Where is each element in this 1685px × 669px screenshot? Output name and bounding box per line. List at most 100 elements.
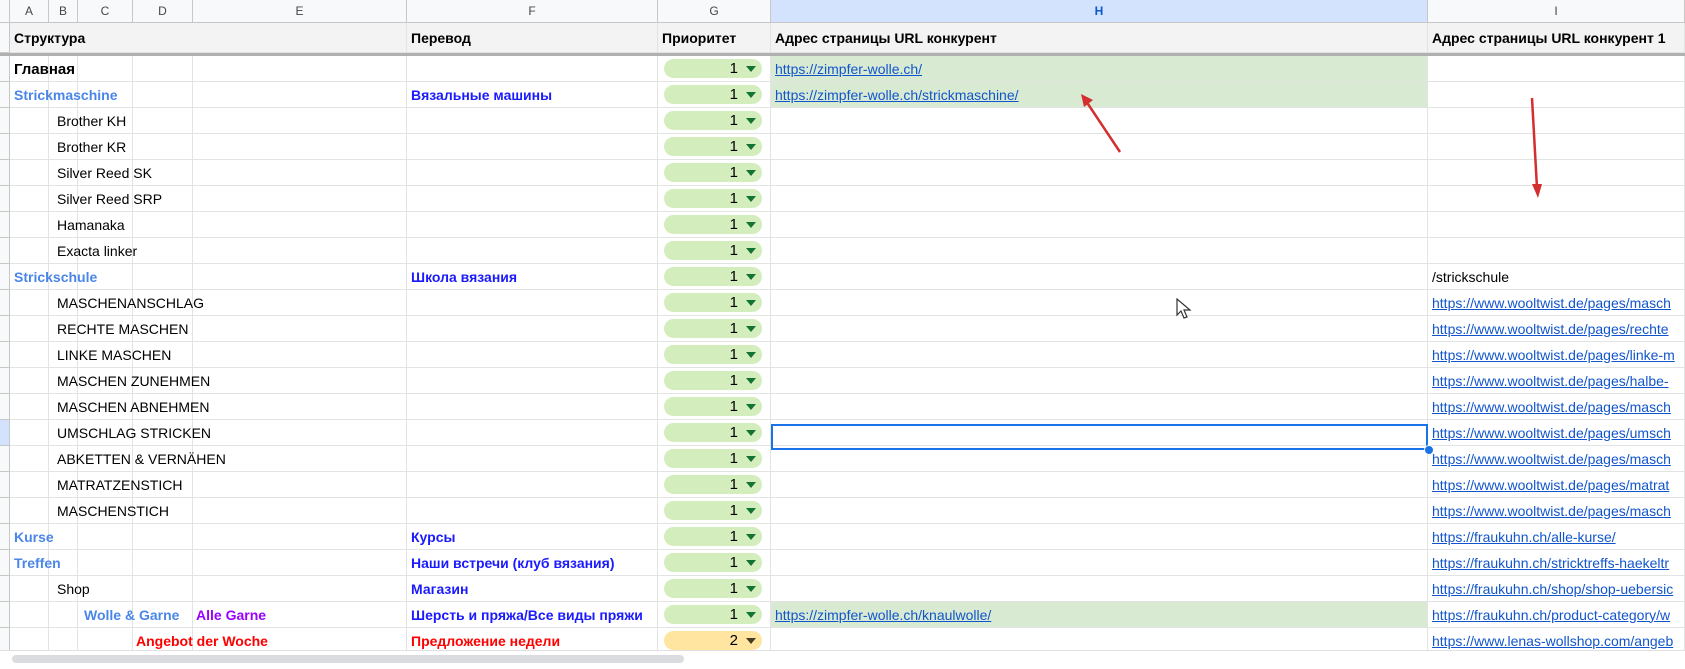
row-number[interactable] — [0, 524, 10, 550]
structure-label[interactable]: Strickschule — [14, 264, 97, 290]
url-competitor-cell[interactable] — [771, 160, 1428, 186]
translation-cell[interactable] — [407, 108, 658, 134]
priority-dropdown[interactable]: 1 — [664, 501, 762, 520]
structure-label[interactable]: MASCHEN ABNEHMEN — [57, 394, 209, 420]
url-competitor-1-cell[interactable]: https://www.wooltwist.de/pages/halbe- — [1428, 368, 1685, 394]
row-number[interactable] — [0, 23, 10, 53]
url-competitor-1-cell[interactable] — [1428, 160, 1685, 186]
structure-cell[interactable] — [10, 472, 49, 498]
structure-cell[interactable] — [78, 524, 133, 550]
url-competitor-1-cell[interactable]: https://fraukuhn.ch/stricktreffs-haekelt… — [1428, 550, 1685, 576]
structure-cell[interactable] — [133, 576, 193, 602]
dropdown-caret-icon[interactable] — [746, 403, 756, 410]
dropdown-caret-icon[interactable] — [746, 325, 756, 332]
url-competitor-cell[interactable] — [771, 186, 1428, 212]
url-competitor-1-cell[interactable] — [1428, 82, 1685, 108]
structure-cell[interactable] — [193, 134, 407, 160]
priority-dropdown[interactable]: 1 — [664, 605, 762, 624]
dropdown-caret-icon[interactable] — [746, 169, 756, 176]
structure-label[interactable]: Kurse — [14, 524, 54, 550]
url-competitor-1-cell[interactable]: https://www.wooltwist.de/pages/masch — [1428, 498, 1685, 524]
structure-cell[interactable] — [193, 342, 407, 368]
row-number[interactable] — [0, 108, 10, 134]
url-competitor-cell[interactable] — [771, 576, 1428, 602]
priority-dropdown[interactable]: 2 — [664, 631, 762, 650]
structure-cell[interactable] — [193, 82, 407, 108]
competitor-link[interactable]: https://fraukuhn.ch/product-category/w — [1432, 607, 1670, 623]
url-competitor-1-cell[interactable]: https://fraukuhn.ch/shop/shop-uebersic — [1428, 576, 1685, 602]
structure-cell[interactable] — [133, 56, 193, 82]
competitor-link[interactable]: https://www.wooltwist.de/pages/rechte — [1432, 321, 1669, 337]
structure-cell[interactable] — [49, 602, 78, 628]
competitor-link[interactable]: https://zimpfer-wolle.ch/knaulwolle/ — [775, 607, 991, 623]
structure-cell[interactable] — [193, 160, 407, 186]
row-number[interactable] — [0, 290, 10, 316]
column-header-a[interactable]: A — [10, 0, 49, 23]
scrollbar-thumb[interactable] — [12, 655, 684, 663]
priority-dropdown[interactable]: 1 — [664, 319, 762, 338]
structure-cell[interactable] — [193, 420, 407, 446]
translation-cell[interactable]: Вязальные машины — [407, 82, 658, 108]
priority-dropdown[interactable]: 1 — [664, 553, 762, 572]
structure-cell[interactable] — [193, 550, 407, 576]
priority-dropdown[interactable]: 1 — [664, 189, 762, 208]
priority-cell[interactable]: 1 — [658, 290, 771, 316]
row-number[interactable] — [0, 316, 10, 342]
url-competitor-cell[interactable] — [771, 472, 1428, 498]
structure-cell[interactable] — [78, 550, 133, 576]
structure-cell[interactable] — [193, 368, 407, 394]
structure-label[interactable]: Strickmaschine — [14, 82, 118, 108]
structure-cell[interactable] — [10, 108, 49, 134]
url-competitor-1-cell[interactable]: /strickschule — [1428, 264, 1685, 290]
competitor-link[interactable]: https://www.wooltwist.de/pages/masch — [1432, 399, 1671, 415]
corner-cell[interactable] — [0, 0, 10, 23]
dropdown-caret-icon[interactable] — [746, 143, 756, 150]
translation-header[interactable]: Перевод — [407, 23, 658, 53]
translation-cell[interactable] — [407, 212, 658, 238]
url-competitor-cell[interactable] — [771, 212, 1428, 238]
structure-cell[interactable] — [49, 628, 78, 650]
structure-cell[interactable] — [193, 290, 407, 316]
structure-label[interactable]: Treffen — [14, 550, 61, 576]
translation-cell[interactable] — [407, 394, 658, 420]
structure-cell[interactable] — [78, 628, 133, 650]
row-number[interactable] — [0, 420, 10, 446]
competitor-link[interactable]: https://www.wooltwist.de/pages/masch — [1432, 503, 1671, 519]
dropdown-caret-icon[interactable] — [746, 559, 756, 566]
priority-cell[interactable]: 1 — [658, 420, 771, 446]
competitor-link[interactable]: https://www.wooltwist.de/pages/umsch — [1432, 425, 1671, 441]
url-competitor-cell[interactable] — [771, 238, 1428, 264]
structure-label[interactable]: MASCHENANSCHLAG — [57, 290, 204, 316]
dropdown-caret-icon[interactable] — [746, 481, 756, 488]
priority-cell[interactable]: 1 — [658, 446, 771, 472]
horizontal-scrollbar[interactable] — [0, 650, 1685, 669]
dropdown-caret-icon[interactable] — [746, 195, 756, 202]
competitor-link[interactable]: https://www.wooltwist.de/pages/masch — [1432, 451, 1671, 467]
priority-cell[interactable]: 1 — [658, 602, 771, 628]
url-competitor-1-header[interactable]: Адрес страницы URL конкурент 1 — [1428, 23, 1685, 53]
priority-dropdown[interactable]: 1 — [664, 579, 762, 598]
url-competitor-cell[interactable] — [771, 368, 1428, 394]
dropdown-caret-icon[interactable] — [746, 299, 756, 306]
priority-dropdown[interactable]: 1 — [664, 163, 762, 182]
structure-label[interactable]: RECHTE MASCHEN — [57, 316, 188, 342]
competitor-link[interactable]: https://fraukuhn.ch/alle-kurse/ — [1432, 529, 1616, 545]
priority-cell[interactable]: 1 — [658, 368, 771, 394]
competitor-link[interactable]: https://zimpfer-wolle.ch/strickmaschine/ — [775, 87, 1019, 103]
structure-cell[interactable] — [133, 108, 193, 134]
dropdown-caret-icon[interactable] — [746, 637, 756, 644]
row-number[interactable] — [0, 82, 10, 108]
competitor-link[interactable]: https://fraukuhn.ch/shop/shop-uebersic — [1432, 581, 1673, 597]
url-competitor-1-cell[interactable] — [1428, 134, 1685, 160]
structure-label[interactable]: Exacta linker — [57, 238, 137, 264]
priority-cell[interactable]: 1 — [658, 498, 771, 524]
column-header-i[interactable]: I — [1428, 0, 1685, 23]
priority-cell[interactable]: 1 — [658, 108, 771, 134]
structure-cell[interactable] — [10, 160, 49, 186]
structure-cell[interactable] — [10, 238, 49, 264]
structure-cell[interactable] — [10, 290, 49, 316]
column-header-b[interactable]: B — [49, 0, 78, 23]
translation-cell[interactable] — [407, 446, 658, 472]
priority-dropdown[interactable]: 1 — [664, 475, 762, 494]
structure-cell[interactable] — [10, 134, 49, 160]
